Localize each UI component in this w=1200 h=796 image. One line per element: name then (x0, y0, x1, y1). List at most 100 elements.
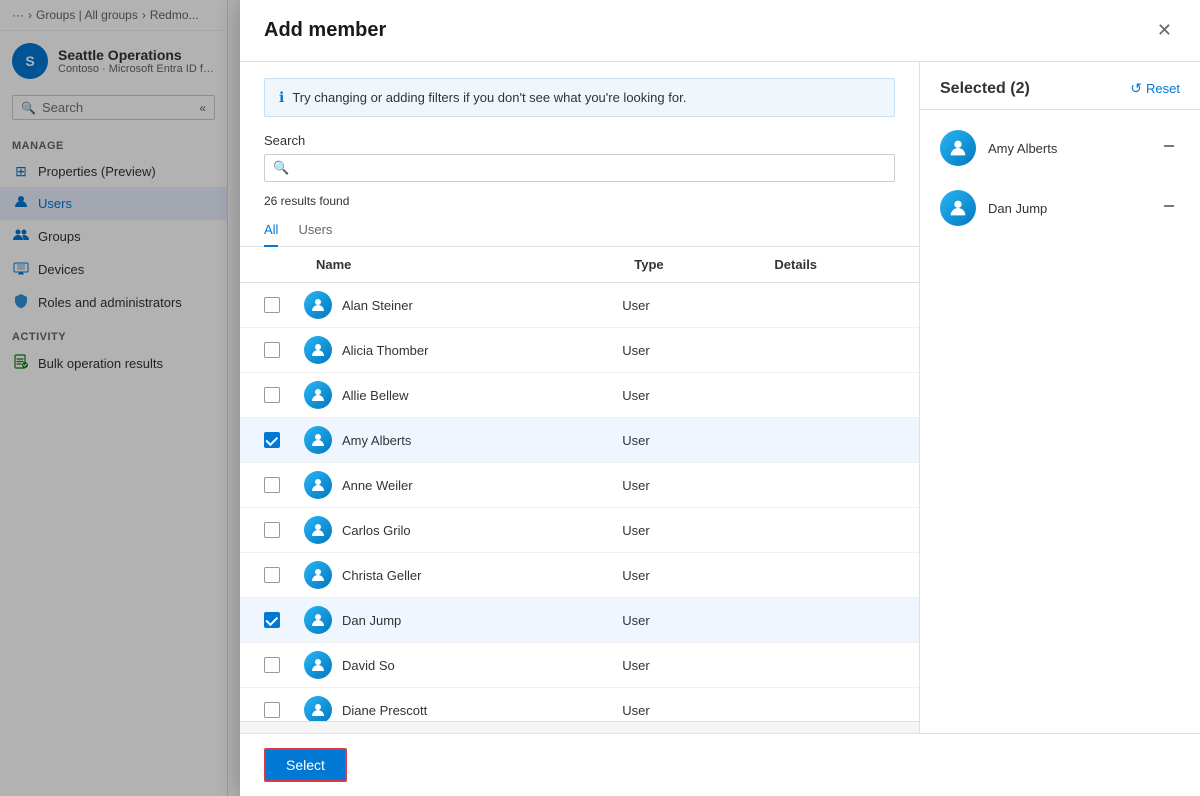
search-input-wrap[interactable]: 🔍 (264, 154, 895, 182)
table-row[interactable]: Amy Alberts User (240, 418, 919, 463)
row-type-cell: User (610, 598, 750, 643)
main-content: Add member ✕ ℹ Try changing or adding fi… (228, 0, 1200, 796)
row-checkbox-cell[interactable] (240, 508, 292, 553)
selected-user-item: Dan Jump (920, 178, 1200, 238)
user-avatar (304, 426, 332, 454)
row-details-cell (750, 418, 919, 463)
row-checkbox-cell[interactable] (240, 688, 292, 722)
row-name-cell: Diane Prescott (292, 688, 610, 722)
row-details-cell (750, 328, 919, 373)
table-container[interactable]: Name Type Details Alan Steiner User (240, 247, 919, 721)
user-name: Amy Alberts (342, 433, 411, 448)
modal-footer: Select (240, 733, 1200, 796)
row-details-cell (750, 283, 919, 328)
selected-user-avatar (940, 190, 976, 226)
row-checkbox[interactable] (264, 477, 280, 493)
row-name-cell: Christa Geller (292, 553, 610, 598)
table-row[interactable]: Diane Prescott User (240, 688, 919, 722)
user-cell: Allie Bellew (304, 381, 598, 409)
row-name-cell: Amy Alberts (292, 418, 610, 463)
row-details-cell (750, 688, 919, 722)
row-details-cell (750, 508, 919, 553)
remove-selected-button[interactable] (1158, 137, 1180, 160)
row-checkbox[interactable] (264, 297, 280, 313)
user-cell: Alan Steiner (304, 291, 598, 319)
row-type-cell: User (610, 328, 750, 373)
row-type-cell: User (610, 643, 750, 688)
user-name: Alan Steiner (342, 298, 413, 313)
row-checkbox-cell[interactable] (240, 283, 292, 328)
tab-users[interactable]: Users (298, 214, 332, 247)
tab-all[interactable]: All (264, 214, 278, 247)
row-checkbox-cell[interactable] (240, 373, 292, 418)
right-panel: Selected (2) ↺ Reset Amy Alberts Dan Jum… (920, 62, 1200, 733)
table-row[interactable]: Anne Weiler User (240, 463, 919, 508)
row-checkbox-cell[interactable] (240, 463, 292, 508)
row-checkbox-cell[interactable] (240, 553, 292, 598)
row-details-cell (750, 553, 919, 598)
modal-close-button[interactable]: ✕ (1153, 16, 1176, 45)
row-details-cell (750, 463, 919, 508)
search-label: Search (264, 133, 895, 148)
members-table: Name Type Details Alan Steiner User (240, 247, 919, 721)
row-checkbox-cell[interactable] (240, 418, 292, 463)
row-details-cell (750, 598, 919, 643)
row-type-cell: User (610, 418, 750, 463)
col-type: Type (610, 247, 750, 283)
row-type-cell: User (610, 463, 750, 508)
table-row[interactable]: Allie Bellew User (240, 373, 919, 418)
remove-selected-button[interactable] (1158, 197, 1180, 220)
table-row[interactable]: Carlos Grilo User (240, 508, 919, 553)
modal-title: Add member (264, 19, 386, 42)
info-icon: ℹ (279, 89, 284, 106)
row-checkbox[interactable] (264, 387, 280, 403)
row-details-cell (750, 643, 919, 688)
user-name: Diane Prescott (342, 703, 427, 718)
table-row[interactable]: Christa Geller User (240, 553, 919, 598)
results-count: 26 results found (240, 190, 919, 214)
member-search-input[interactable] (295, 161, 886, 176)
row-checkbox[interactable] (264, 567, 280, 583)
user-avatar (304, 516, 332, 544)
row-type-cell: User (610, 283, 750, 328)
table-row[interactable]: Dan Jump User (240, 598, 919, 643)
row-checkbox-cell[interactable] (240, 328, 292, 373)
col-details: Details (750, 247, 919, 283)
row-name-cell: David So (292, 643, 610, 688)
user-cell: Christa Geller (304, 561, 598, 589)
row-checkbox[interactable] (264, 657, 280, 673)
reset-icon: ↺ (1130, 80, 1142, 97)
user-avatar (304, 336, 332, 364)
user-avatar (304, 381, 332, 409)
select-button[interactable]: Select (264, 748, 347, 782)
selected-user-item: Amy Alberts (920, 118, 1200, 178)
row-name-cell: Anne Weiler (292, 463, 610, 508)
user-avatar (304, 471, 332, 499)
row-checkbox-cell[interactable] (240, 643, 292, 688)
row-name-cell: Alicia Thomber (292, 328, 610, 373)
row-type-cell: User (610, 373, 750, 418)
row-checkbox-cell[interactable] (240, 598, 292, 643)
table-row[interactable]: Alicia Thomber User (240, 328, 919, 373)
info-banner: ℹ Try changing or adding filters if you … (264, 78, 895, 117)
left-panel: ℹ Try changing or adding filters if you … (240, 62, 920, 733)
row-checkbox[interactable] (264, 702, 280, 718)
reset-button[interactable]: ↺ Reset (1130, 78, 1180, 99)
selected-user-avatar (940, 130, 976, 166)
user-cell: Amy Alberts (304, 426, 598, 454)
row-type-cell: User (610, 688, 750, 722)
row-checkbox[interactable] (264, 612, 280, 628)
row-checkbox[interactable] (264, 432, 280, 448)
info-banner-text: Try changing or adding filters if you do… (292, 90, 686, 105)
user-cell: Anne Weiler (304, 471, 598, 499)
user-cell: Dan Jump (304, 606, 598, 634)
horizontal-scrollbar[interactable] (240, 721, 919, 733)
user-cell: David So (304, 651, 598, 679)
selected-users-list: Amy Alberts Dan Jump (920, 110, 1200, 733)
user-cell: Diane Prescott (304, 696, 598, 721)
table-row[interactable]: David So User (240, 643, 919, 688)
user-avatar (304, 606, 332, 634)
row-checkbox[interactable] (264, 522, 280, 538)
row-checkbox[interactable] (264, 342, 280, 358)
table-row[interactable]: Alan Steiner User (240, 283, 919, 328)
